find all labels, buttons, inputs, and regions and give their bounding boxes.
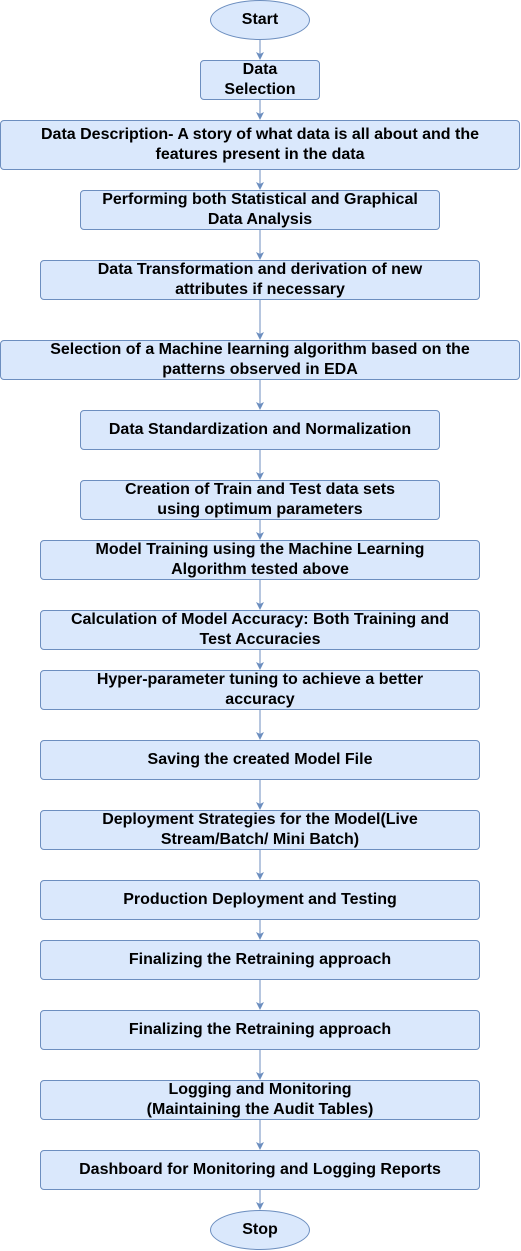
flow-step-label: Data Standardization and Normalization (108, 421, 412, 438)
flow-step-label: Production Deployment and Testing (123, 891, 397, 908)
flow-step-model-accuracy: Calculation of Model Accuracy: Both Trai… (40, 610, 480, 650)
flow-step-hyperparameter-tuning: Hyper-parameter tuning to achieve a bett… (40, 670, 480, 710)
flow-step-start: Start (210, 0, 310, 40)
flow-step-model-training: Model Training using the Machine Learnin… (40, 540, 480, 580)
flow-step-data-description: Data Description- A story of what data i… (0, 120, 520, 170)
flow-step-stop: Stop (210, 1210, 310, 1250)
flow-step-logging-monitoring: Logging and Monitoring (Maintaining the … (40, 1080, 480, 1120)
flow-step-label: Data Transformation and derivation of ne… (97, 261, 423, 298)
flow-step-label: Finalizing the Retraining approach (128, 1021, 392, 1038)
flow-step-save-model: Saving the created Model File (40, 740, 480, 780)
flow-step-label: Saving the created Model File (147, 751, 373, 768)
flow-step-label: Calculation of Model Accuracy: Both Trai… (70, 611, 450, 648)
flow-step-label: Finalizing the Retraining approach (128, 951, 392, 968)
flow-step-data-transformation: Data Transformation and derivation of ne… (40, 260, 480, 300)
flow-step-label: Selection of a Machine learning algorith… (50, 341, 470, 378)
flow-step-label: Performing both Statistical and Graphica… (102, 191, 418, 228)
flow-step-label: Data Description- A story of what data i… (41, 126, 479, 163)
flow-step-label: Hyper-parameter tuning to achieve a bett… (96, 671, 424, 708)
flow-step-train-test-sets: Creation of Train and Test data sets usi… (80, 480, 440, 520)
flow-step-label: Creation of Train and Test data sets usi… (125, 481, 395, 518)
flow-step-standardization: Data Standardization and Normalization (80, 410, 440, 450)
flow-step-data-selection: Data Selection (200, 60, 320, 100)
flow-step-label: Start (241, 11, 279, 28)
flow-step-label: Dashboard for Monitoring and Logging Rep… (79, 1161, 441, 1178)
flow-step-retraining-1: Finalizing the Retraining approach (40, 940, 480, 980)
flow-step-label: Stop (242, 1221, 278, 1238)
flow-step-label: Model Training using the Machine Learnin… (95, 541, 425, 578)
flow-step-label: Logging and Monitoring (Maintaining the … (146, 1081, 374, 1118)
flow-step-retraining-2: Finalizing the Retraining approach (40, 1010, 480, 1050)
flow-step-data-analysis: Performing both Statistical and Graphica… (80, 190, 440, 230)
flow-step-deployment-strategies: Deployment Strategies for the Model(Live… (40, 810, 480, 850)
flow-step-label: Deployment Strategies for the Model(Live… (102, 811, 418, 848)
flow-step-dashboard: Dashboard for Monitoring and Logging Rep… (40, 1150, 480, 1190)
flow-step-production-deployment: Production Deployment and Testing (40, 880, 480, 920)
flow-step-label: Data Selection (224, 61, 296, 98)
flow-step-algorithm-selection: Selection of a Machine learning algorith… (0, 340, 520, 380)
